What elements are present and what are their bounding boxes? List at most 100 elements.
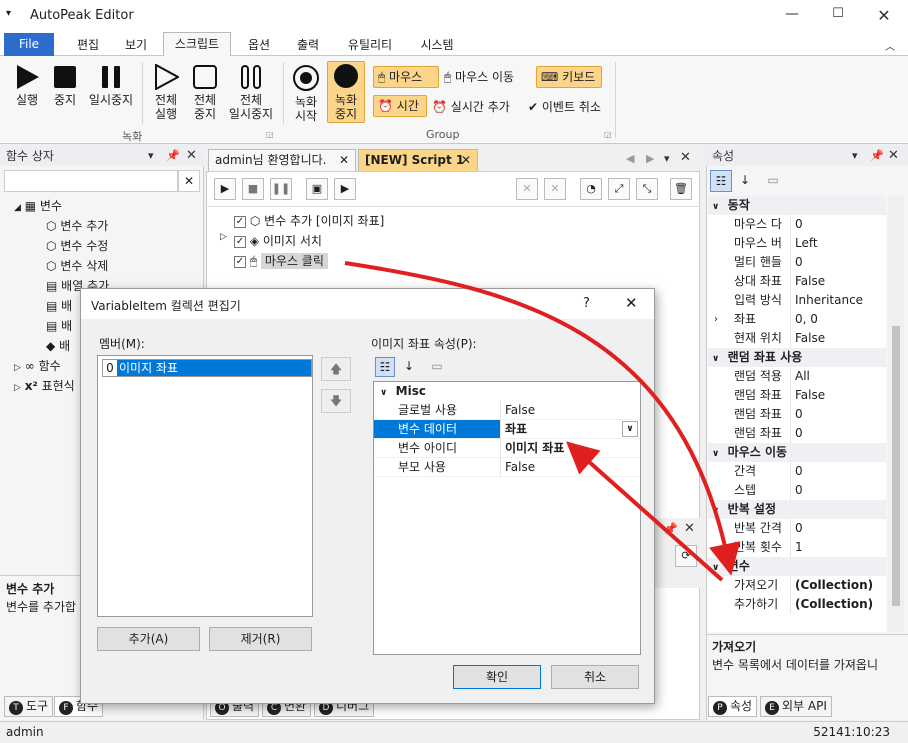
script-run-icon[interactable]: ▶ <box>214 178 236 200</box>
pause-button[interactable]: 일시중지 <box>86 64 136 107</box>
categorized-icon[interactable]: ☷ <box>710 170 732 192</box>
tab-edit[interactable]: 편집 <box>70 37 106 55</box>
tab-properties[interactable]: P 속성 <box>708 696 758 717</box>
prop-value[interactable]: All <box>790 367 886 386</box>
checkbox[interactable]: ✓ <box>234 215 246 228</box>
ok-button[interactable]: 확인 <box>453 665 541 689</box>
prop-group-header[interactable]: ∨ 랜덤 좌표 사용 <box>708 348 886 367</box>
dock-close-icon[interactable]: ✕ <box>684 521 695 536</box>
grid-row[interactable]: 부모 사용 False <box>374 458 640 477</box>
prop-row[interactable]: 반복 횟수 1 <box>708 538 886 557</box>
prop-row[interactable]: 랜덤 적용 All <box>708 367 886 386</box>
script-line[interactable]: ✓ ⬡ 변수 추가 [이미지 좌표] <box>234 212 384 229</box>
run-all-button[interactable]: 전체 실행 <box>148 63 184 121</box>
prop-value[interactable]: Inheritance <box>790 291 886 310</box>
maximize-icon[interactable]: ☐ <box>828 6 848 26</box>
prop-value[interactable]: 0, 0 <box>790 310 886 329</box>
expand-arrow-icon[interactable]: ▷ <box>220 232 227 242</box>
prop-row[interactable]: 간격 0 <box>708 462 886 481</box>
prop-row[interactable]: 가져오기 (Collection) <box>708 576 886 595</box>
checkbox[interactable]: ✓ <box>234 255 246 268</box>
script-line-selected[interactable]: ✓ 🖱 마우스 클릭 <box>234 252 328 269</box>
collapse-chevron-icon[interactable]: ∨ <box>712 563 719 573</box>
prop-row[interactable]: 멀티 핸들 0 <box>708 253 886 272</box>
file-tab[interactable]: File <box>4 33 54 56</box>
panel-close-icon[interactable]: ✕ <box>186 148 197 163</box>
grid-value-cell[interactable]: 좌표 ∨ <box>500 420 640 438</box>
mouse-toggle-button[interactable]: 🖱 마우스 <box>373 66 439 88</box>
prop-row[interactable]: 랜덤 좌표 0 <box>708 424 886 443</box>
collapse-ribbon-icon[interactable]: ︿ <box>885 38 895 53</box>
prop-row[interactable]: 입력 방식 Inheritance <box>708 291 886 310</box>
grid-row[interactable]: 변수 아이디 이미지 좌표 <box>374 439 640 458</box>
alphabetical-icon[interactable]: ↓ <box>399 357 419 377</box>
prop-row[interactable]: 마우스 버 Left <box>708 234 886 253</box>
prop-row[interactable]: 랜덤 좌표 False <box>708 386 886 405</box>
remove-button[interactable]: 제거(R) <box>209 627 312 651</box>
tree-item[interactable]: ▤ 배 <box>46 316 72 336</box>
refresh-icon[interactable]: ⟳ <box>675 545 697 567</box>
pause-all-button[interactable]: 전체 일시중지 <box>226 64 276 121</box>
collapse-icon[interactable]: ⤡ <box>636 178 658 200</box>
property-pages-icon[interactable]: ▭ <box>427 357 447 377</box>
grid-value[interactable]: 좌표 <box>505 422 527 436</box>
prop-row[interactable]: 마우스 다 0 <box>708 215 886 234</box>
tab-close-icon[interactable]: ✕ <box>339 150 349 170</box>
tree-item[interactable]: ⬡ 변수 삭제 <box>46 256 108 276</box>
prop-group-header[interactable]: ∨ 반복 설정 <box>708 500 886 519</box>
collapse-chevron-icon[interactable]: ∨ <box>380 388 387 398</box>
list-item[interactable]: 0 이미지 좌표 <box>102 359 312 377</box>
collapse-chevron-icon[interactable]: ∨ <box>712 449 719 459</box>
prop-row[interactable]: 반복 간격 0 <box>708 519 886 538</box>
grid-row-selected[interactable]: 변수 데이터 좌표 ∨ <box>374 420 640 439</box>
grid-value[interactable]: False <box>500 401 640 419</box>
tab-output[interactable]: 출력 <box>290 37 326 55</box>
tab-system[interactable]: 시스템 <box>412 37 462 55</box>
prop-row[interactable]: 스텝 0 <box>708 481 886 500</box>
prop-row[interactable]: 랜덤 좌표 0 <box>708 405 886 424</box>
realtime-add-button[interactable]: ⏰ 실시간 추가 <box>432 98 510 115</box>
prop-row[interactable]: 상대 좌표 False <box>708 272 886 291</box>
time-toggle-button[interactable]: ⏰ 시간 <box>373 95 427 117</box>
prop-row[interactable]: › 좌표 0, 0 <box>708 310 886 329</box>
categorized-icon[interactable]: ☷ <box>375 357 395 377</box>
tab-script[interactable]: 스크립트 <box>163 32 231 57</box>
scroll-right-icon[interactable]: ▶ <box>646 152 654 165</box>
members-list[interactable]: 0 이미지 좌표 <box>97 355 313 617</box>
script-stop-icon[interactable]: ■ <box>242 178 264 200</box>
event-cancel-button[interactable]: ✔ 이벤트 취소 <box>528 98 601 115</box>
tab-utility[interactable]: 유틸리티 <box>338 37 402 55</box>
help-button[interactable]: ? <box>583 296 590 311</box>
prop-value[interactable]: 0 <box>790 462 886 481</box>
run-button[interactable]: 실행 <box>10 64 44 107</box>
prop-value[interactable]: 0 <box>790 253 886 272</box>
tree-function[interactable]: ▷ ∞ 함수 <box>14 356 61 378</box>
move-down-icon[interactable]: 🡇 <box>321 389 351 413</box>
property-scrollbar[interactable] <box>888 196 904 632</box>
pin-icon[interactable]: 📌 <box>870 149 884 162</box>
grid-group-header[interactable]: ∨ Misc <box>374 382 640 401</box>
prop-group-header[interactable]: ∨ 변수 <box>708 557 886 576</box>
tab-tools[interactable]: T 도구 <box>4 696 54 717</box>
step-run-icon[interactable]: ▶ <box>334 178 356 200</box>
timer-icon[interactable]: ◔ <box>580 178 602 200</box>
tree-item[interactable]: ◆ 배 <box>46 336 70 356</box>
tab-welcome[interactable]: admin님 환영합니다. ✕ <box>208 149 356 171</box>
prop-value[interactable]: (Collection) <box>790 595 886 614</box>
cancel-button[interactable]: 취소 <box>551 665 639 689</box>
property-pages-icon[interactable]: ▭ <box>762 170 784 192</box>
tab-close-icon[interactable]: ✕ <box>461 150 471 170</box>
add-button[interactable]: 추가(A) <box>97 627 200 651</box>
collapse-chevron-icon[interactable]: ∨ <box>712 354 719 364</box>
prop-group-header[interactable]: ∨ 마우스 이동 <box>708 443 886 462</box>
doc-menu-icon[interactable]: ▾ <box>664 152 670 165</box>
expand-icon[interactable]: ⤢ <box>608 178 630 200</box>
grid-value[interactable]: 이미지 좌표 <box>500 439 640 457</box>
prop-value[interactable]: False <box>790 386 886 405</box>
menu-arrow-icon[interactable]: ▾ <box>6 8 11 19</box>
keyboard-toggle-button[interactable]: ⌨ 키보드 <box>536 66 602 88</box>
grid-value[interactable]: False <box>500 458 640 476</box>
tab-options[interactable]: 옵션 <box>240 37 278 55</box>
search-clear-icon[interactable]: ✕ <box>178 170 200 192</box>
record-start-button[interactable]: 녹화 시작 <box>288 64 324 123</box>
